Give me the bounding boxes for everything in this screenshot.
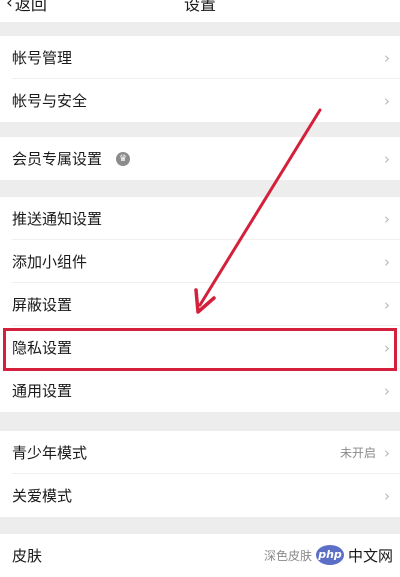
settings-item-label: 添加小组件	[12, 253, 88, 271]
settings-item-label: 隐私设置	[12, 339, 73, 357]
settings-item-teen-mode[interactable]: 青少年模式 未开启 ›	[0, 431, 400, 474]
settings-item-account-security[interactable]: 帐号与安全 ›	[0, 79, 400, 122]
account-group: 帐号管理 › 帐号与安全 ›	[0, 36, 400, 122]
settings-item-account-management[interactable]: 帐号管理 ›	[0, 36, 400, 79]
settings-item-member-settings[interactable]: 会员专属设置 ♛ ›	[0, 137, 400, 180]
modes-group: 青少年模式 未开启 › 关爱模式 ›	[0, 431, 400, 517]
settings-item-privacy-settings[interactable]: 隐私设置 ›	[0, 326, 400, 369]
chevron-right-icon: ›	[384, 443, 390, 462]
member-group: 会员专属设置 ♛ ›	[0, 137, 400, 180]
settings-item-label: 帐号与安全	[12, 92, 88, 110]
settings-item-label: 皮肤	[12, 547, 43, 565]
settings-item-label: 青少年模式	[12, 444, 88, 462]
settings-item-general-settings[interactable]: 通用设置 ›	[0, 369, 400, 412]
chevron-right-icon: ›	[384, 209, 390, 228]
watermark-logo: php	[316, 545, 344, 565]
page-title: 设置	[183, 0, 216, 14]
watermark: php 中文网	[316, 542, 398, 568]
chevron-right-icon: ›	[384, 91, 390, 110]
vip-crown-icon: ♛	[116, 151, 130, 166]
settings-item-label: 屏蔽设置	[12, 296, 73, 314]
settings-item-label: 会员专属设置	[12, 150, 103, 168]
top-navigation-bar: ‹ 返回 设置	[0, 0, 400, 22]
settings-item-add-widget[interactable]: 添加小组件 ›	[0, 240, 400, 283]
settings-item-label: 通用设置	[12, 382, 73, 400]
status-value: 未开启	[339, 446, 376, 460]
chevron-right-icon: ›	[384, 149, 390, 168]
status-value: 深色皮肤	[263, 549, 312, 563]
chevron-right-icon: ›	[384, 338, 390, 357]
chevron-right-icon: ›	[384, 381, 390, 400]
settings-item-push-notifications[interactable]: 推送通知设置 ›	[0, 197, 400, 240]
settings-item-care-mode[interactable]: 关爱模式 ›	[0, 474, 400, 517]
settings-item-label: 帐号管理	[12, 49, 73, 67]
chevron-right-icon: ›	[384, 48, 390, 67]
general-settings-group: 推送通知设置 › 添加小组件 › 屏蔽设置 › 隐私设置 › 通用设置 ›	[0, 197, 400, 412]
watermark-text: 中文网	[348, 546, 394, 565]
settings-item-label: 关爱模式	[12, 487, 73, 505]
settings-item-block-settings[interactable]: 屏蔽设置 ›	[0, 283, 400, 326]
chevron-right-icon: ›	[384, 486, 390, 505]
settings-item-label: 推送通知设置	[12, 210, 103, 228]
chevron-right-icon: ›	[384, 252, 390, 271]
chevron-right-icon: ›	[384, 295, 390, 314]
